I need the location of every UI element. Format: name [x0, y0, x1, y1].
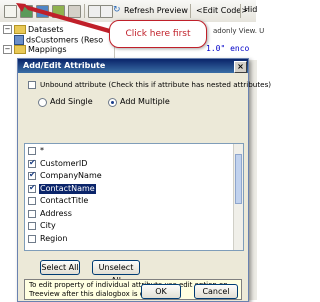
list-item-checkbox[interactable] [28, 209, 36, 218]
add-edit-attribute-dialog: Add/Edit Attribute × Unbound attribute (… [17, 58, 271, 302]
checkmark-icon: ✔ [29, 170, 36, 179]
code-snippet: 1.0" enco [206, 44, 250, 53]
list-item[interactable]: ✔ CompanyName [25, 170, 233, 181]
unbound-attribute-checkbox[interactable] [28, 81, 36, 89]
unselect-all-button[interactable]: Unselect All [92, 260, 140, 285]
list-item-label: Region [40, 233, 68, 243]
list-item-checkbox[interactable]: ✔ [28, 157, 36, 168]
callout-bubble: Click here first [109, 20, 207, 48]
list-scroll-thumb[interactable] [235, 154, 242, 204]
collapse-icon[interactable]: − [3, 45, 12, 54]
tree-item-label: dsCustomers (Reso [26, 35, 104, 45]
list-item-label: City [40, 221, 56, 230]
pointer-icon[interactable] [4, 5, 17, 18]
list-item-checkbox[interactable] [28, 222, 36, 230]
copy-icon[interactable] [52, 5, 65, 18]
list-item-label: ContactName [38, 182, 97, 195]
list-item-checkbox[interactable] [28, 147, 36, 155]
grid-icon[interactable] [68, 5, 81, 18]
add-dataset-icon[interactable] [20, 5, 33, 18]
toolbar-separator [240, 4, 241, 18]
unbound-attribute-label[interactable]: Unbound attribute (Check this if attribu… [40, 80, 271, 90]
add-mapping-icon[interactable] [36, 5, 49, 18]
list-item-checkbox[interactable] [28, 197, 36, 205]
folder-icon [14, 45, 26, 54]
dialog-title: Add/Edit Attribute [23, 61, 106, 70]
list-item-label: CustomerID [40, 158, 88, 168]
list-item[interactable]: ✔ ContactName [25, 182, 233, 195]
ok-button[interactable]: OK [141, 284, 181, 299]
tree-item-label: Mappings [28, 45, 67, 54]
callout-text: Click here first [125, 29, 191, 39]
dataset-icon [14, 35, 24, 45]
tree-item-datasets[interactable]: − Datasets [3, 25, 64, 35]
list-item-checkbox[interactable]: ✔ [28, 170, 36, 180]
checkmark-icon: ✔ [29, 182, 36, 192]
list-item-label: ContactTitle [40, 196, 89, 205]
list-scrollbar[interactable] [233, 144, 243, 250]
list-item[interactable]: Address [25, 209, 233, 219]
tree-item-label: Datasets [28, 25, 64, 34]
list-item-checkbox[interactable]: ✔ [28, 182, 36, 193]
toolbar-separator [84, 4, 85, 18]
list-item-label: CompanyName [40, 171, 102, 180]
collapse-icon[interactable]: − [3, 25, 12, 34]
select-all-button[interactable]: Select All [40, 260, 80, 275]
add-multiple-label[interactable]: Add Multiple [120, 97, 170, 107]
hidden-button-label[interactable]: Hid [244, 5, 257, 14]
folder-icon [14, 25, 26, 34]
radio-selected-dot [111, 101, 114, 104]
checkmark-icon: ✔ [29, 157, 36, 167]
cancel-button[interactable]: Cancel [194, 284, 238, 299]
readonly-notice: adonly View. U [213, 27, 265, 35]
list-item[interactable]: Region [25, 234, 233, 244]
refresh-icon[interactable]: ↻ [113, 5, 121, 15]
list-item[interactable]: ✔ CustomerID [25, 157, 233, 169]
add-single-label[interactable]: Add Single [50, 97, 93, 107]
close-button[interactable]: × [234, 61, 247, 73]
add-single-radio[interactable] [38, 98, 47, 107]
tree-item-dscustomers[interactable]: dsCustomers (Reso [14, 35, 103, 46]
list-item-label: * [40, 146, 44, 155]
tree-item-mappings[interactable]: − Mappings [3, 45, 67, 55]
refresh-preview-button[interactable]: Refresh Preview [124, 5, 188, 17]
list-item-label: Address [40, 208, 72, 218]
toolbar-separator [190, 4, 191, 18]
list-item[interactable]: ContactTitle [25, 196, 233, 206]
page-icon[interactable] [100, 5, 113, 18]
list-item[interactable]: City [25, 221, 233, 231]
list-item-checkbox[interactable] [28, 234, 36, 243]
attribute-list[interactable]: * ✔ CustomerID ✔ CompanyName ✔ ContactName Cont… [24, 143, 244, 251]
tree-view[interactable]: − Datasets dsCustomers (Reso − Mappings [0, 22, 115, 62]
add-multiple-radio[interactable] [108, 98, 117, 107]
dialog-title-bar[interactable]: Add/Edit Attribute × [18, 59, 248, 73]
list-item[interactable]: * [25, 146, 233, 156]
